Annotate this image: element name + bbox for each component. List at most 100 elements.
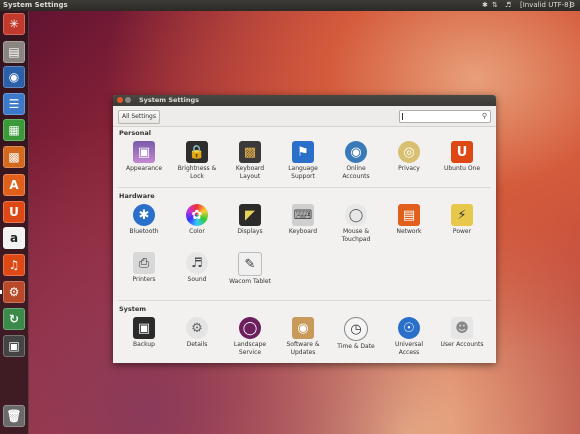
launcher: ✳ ▤ ◉ ☰ ▦ ▩ A U a ♫ ⚙ ↻ ▣ 🗑 [0,11,29,434]
item-ubuntu-one[interactable]: U Ubuntu One [436,141,488,173]
item-online-accounts[interactable]: ◉ Online Accounts [330,141,382,180]
close-icon[interactable] [117,97,123,103]
item-label: Sound [187,276,207,283]
firefox-icon[interactable]: ◉ [3,66,25,88]
online-accounts-icon: ◉ [345,141,367,163]
item-keyboard-layout[interactable]: ▩ Keyboard Layout [224,141,276,180]
item-keyboard[interactable]: ⌨ Keyboard [277,204,329,236]
item-wacom-tablet[interactable]: ✎ Wacom Tablet [224,252,276,286]
brightness-lock-icon: 🔒 [186,141,208,163]
trash-icon[interactable]: 🗑 [3,405,25,427]
item-printers[interactable]: ⎙ Printers [118,252,170,284]
active-app-title: System Settings [3,1,68,9]
window-title: System Settings [139,96,200,104]
item-label: Landscape Service [233,341,267,356]
text-cursor [402,113,403,120]
workspace-switcher-icon[interactable]: ▣ [3,335,25,357]
item-label: Online Accounts [342,165,370,180]
window-titlebar[interactable]: System Settings [113,95,496,106]
appearance-icon: ▣ [133,141,155,163]
item-mouse-touchpad[interactable]: ◯ Mouse & Touchpad [330,204,382,243]
impress-icon[interactable]: ▩ [3,146,25,168]
section-divider [118,187,491,188]
software-center-icon[interactable]: A [3,174,25,196]
keyboard-layout-icon: ▩ [239,141,261,163]
item-label: Time & Date [337,343,375,350]
details-gear-icon: ⚙ [186,317,208,339]
backup-icon: ▣ [133,317,155,339]
running-indicator [0,290,2,294]
item-label: Wacom Tablet [229,278,271,285]
privacy-icon: ◎ [398,141,420,163]
item-label: Displays [237,228,263,235]
search-input[interactable]: ⚲ [399,110,491,123]
clock-icon: ◷ [344,317,368,341]
item-appearance[interactable]: ▣ Appearance [118,141,170,173]
ubuntu-one-music-icon[interactable]: ♫ [3,254,25,276]
search-icon: ⚲ [481,112,487,120]
ubuntu-one-icon: U [451,141,473,163]
item-user-accounts[interactable]: ☻ User Accounts [436,317,488,349]
item-label: Software & Updates [286,341,320,356]
item-bluetooth[interactable]: ✱ Bluetooth [118,204,170,236]
item-label: Printers [132,276,156,283]
all-settings-button[interactable]: All Settings [118,110,160,124]
section-divider [118,300,491,301]
item-label: Privacy [398,165,420,172]
user-accounts-icon: ☻ [451,317,473,339]
item-sound[interactable]: ♬ Sound [171,252,223,284]
item-details[interactable]: ⚙ Details [171,317,223,349]
item-time-date[interactable]: ◷ Time & Date [330,317,382,351]
item-color[interactable]: ✿ Color [171,204,223,236]
volume-indicator-icon[interactable]: ♬ [505,0,511,11]
keyboard-indicator[interactable]: [Invalid UTF-8] [520,0,571,11]
item-label: Keyboard [288,228,318,235]
item-label: Bluetooth [129,228,159,235]
landscape-icon: ◯ [239,317,261,339]
item-label: User Accounts [440,341,484,348]
update-manager-icon[interactable]: ↻ [3,308,25,330]
item-universal-access[interactable]: ☉ Universal Access [383,317,435,356]
software-updates-icon: ◉ [292,317,314,339]
section-system: System [119,305,147,313]
item-language-support[interactable]: ⚑ Language Support [277,141,329,180]
power-icon: ⚡ [451,204,473,226]
item-label: Power [452,228,472,235]
minimize-icon[interactable] [125,97,131,103]
item-label: Backup [133,341,155,348]
section-hardware: Hardware [119,192,155,200]
bluetooth-indicator-icon[interactable]: ✱ [482,0,488,11]
language-flag-icon: ⚑ [292,141,314,163]
mouse-icon: ◯ [345,204,367,226]
accessibility-icon: ☉ [398,317,420,339]
system-settings-window: System Settings All Settings ⚲ Personal … [113,95,496,363]
writer-icon[interactable]: ☰ [3,93,25,115]
files-icon[interactable]: ▤ [3,41,25,63]
item-software-updates[interactable]: ◉ Software & Updates [277,317,329,356]
item-label: Network [396,228,422,235]
amazon-icon[interactable]: a [3,227,25,249]
item-label: Details [186,341,208,348]
item-label: Universal Access [394,341,424,356]
calc-icon[interactable]: ▦ [3,119,25,141]
item-landscape-service[interactable]: ◯ Landscape Service [224,317,276,356]
network-indicator-icon[interactable]: ⇅ [492,0,498,11]
section-personal: Personal [119,129,151,137]
item-network[interactable]: ▤ Network [383,204,435,236]
item-displays[interactable]: ◤ Displays [224,204,276,236]
item-brightness-lock[interactable]: 🔒 Brightness & Lock [171,141,223,180]
system-settings-launcher-icon[interactable]: ⚙ [3,281,25,303]
item-power[interactable]: ⚡ Power [436,204,488,236]
item-label: Language Support [288,165,318,180]
item-label: Mouse & Touchpad [341,228,371,243]
bluetooth-icon: ✱ [133,204,155,226]
item-label: Appearance [125,165,163,172]
item-label: Brightness & Lock [177,165,217,180]
ubuntu-one-launcher-icon[interactable]: U [3,201,25,223]
item-label: Keyboard Layout [235,165,265,180]
item-privacy[interactable]: ◎ Privacy [383,141,435,173]
session-gear-icon[interactable]: ⚙ [569,0,575,11]
item-backup[interactable]: ▣ Backup [118,317,170,349]
network-icon: ▤ [398,204,420,226]
dash-home-icon[interactable]: ✳ [3,13,25,35]
